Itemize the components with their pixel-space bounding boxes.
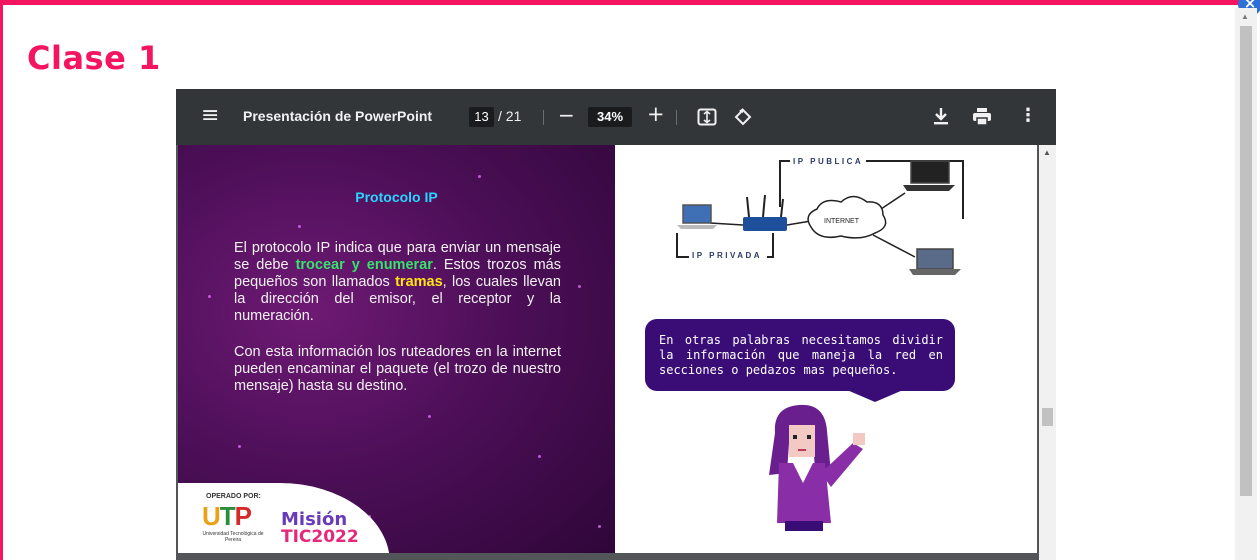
slide-left-panel: Protocolo IP El protocolo IP indica que … [178, 145, 615, 560]
internet-label: INTERNET [824, 218, 860, 225]
rotate-icon[interactable] [733, 107, 753, 131]
character-illustration [769, 404, 865, 531]
paragraph-2: Con esta información los ruteadores en l… [234, 344, 561, 394]
star-decoration [208, 295, 211, 298]
laptop-public-icon [903, 160, 955, 191]
network-diagram: IP PUBLICA IP PRIVADA INTERNET [676, 154, 964, 275]
ip-private-label: IP PRIVADA [692, 251, 762, 260]
star-decoration [578, 285, 581, 288]
pdf-viewer: ≡ Presentación de PowerPoint 13 / 21 − 3… [176, 89, 1056, 560]
page-scrollbar[interactable]: ▲ [1235, 8, 1257, 560]
router-icon [743, 217, 787, 231]
utp-subtitle: Universidad Tecnológica de Pereira [202, 531, 264, 543]
download-icon[interactable] [933, 107, 949, 129]
highlight-tramas: tramas [395, 274, 443, 290]
zoom-in-icon[interactable]: + [647, 102, 665, 126]
zoom-out-icon[interactable]: − [558, 103, 575, 127]
page-scrollbar-thumb[interactable] [1240, 26, 1252, 496]
slide-title: Protocolo IP [355, 189, 438, 205]
menu-icon[interactable]: ≡ [201, 103, 219, 128]
star-decoration [538, 455, 541, 458]
ip-public-label: IP PUBLICA [793, 157, 863, 166]
scroll-up-icon[interactable]: ▲ [1043, 148, 1051, 157]
speech-bubble-tail [847, 390, 903, 402]
star-decoration [298, 225, 301, 228]
paragraph-1: El protocolo IP indica que para enviar u… [234, 240, 561, 325]
toolbar-divider [676, 110, 677, 125]
pdf-content: Protocolo IP El protocolo IP indica que … [176, 145, 1056, 560]
tic-logo: TIC2022 [281, 527, 359, 547]
document-title: Presentación de PowerPoint [243, 108, 433, 124]
scroll-up-icon[interactable]: ▲ [1241, 12, 1249, 21]
pdf-scrollbar-thumb[interactable] [1042, 408, 1053, 426]
toolbar-divider [543, 110, 544, 125]
fit-page-icon[interactable] [697, 108, 717, 130]
more-icon[interactable]: ⋮ [1019, 105, 1037, 126]
next-page-edge [176, 553, 1056, 560]
laptop-private-icon [677, 204, 717, 229]
slide: Protocolo IP El protocolo IP indica que … [178, 145, 1037, 560]
page-title: Clase 1 [27, 39, 161, 77]
pdf-toolbar: ≡ Presentación de PowerPoint 13 / 21 − 3… [176, 89, 1056, 145]
zoom-input[interactable]: 34% [588, 107, 632, 127]
speech-bubble: En otras palabras necesitamos dividir la… [645, 319, 955, 391]
logos-card: OPERADO POR: UTP Universidad Tecnológica… [178, 483, 390, 560]
star-decoration [428, 415, 431, 418]
print-icon[interactable] [973, 108, 991, 129]
star-decoration [598, 525, 601, 528]
page-number-input[interactable]: 13 [469, 107, 494, 127]
slide-right-panel: IP PUBLICA IP PRIVADA INTERNET En otras … [615, 145, 1037, 560]
highlight-trocear: trocear y enumerar [295, 257, 433, 273]
utp-logo: UTP [202, 501, 252, 531]
pdf-scrollbar[interactable]: ▲ [1039, 145, 1056, 560]
operated-by-label: OPERADO POR: [206, 493, 261, 500]
laptop-remote-icon [909, 248, 961, 275]
star-decoration [478, 175, 481, 178]
star-decoration [238, 445, 241, 448]
page-total: / 21 [498, 108, 522, 124]
